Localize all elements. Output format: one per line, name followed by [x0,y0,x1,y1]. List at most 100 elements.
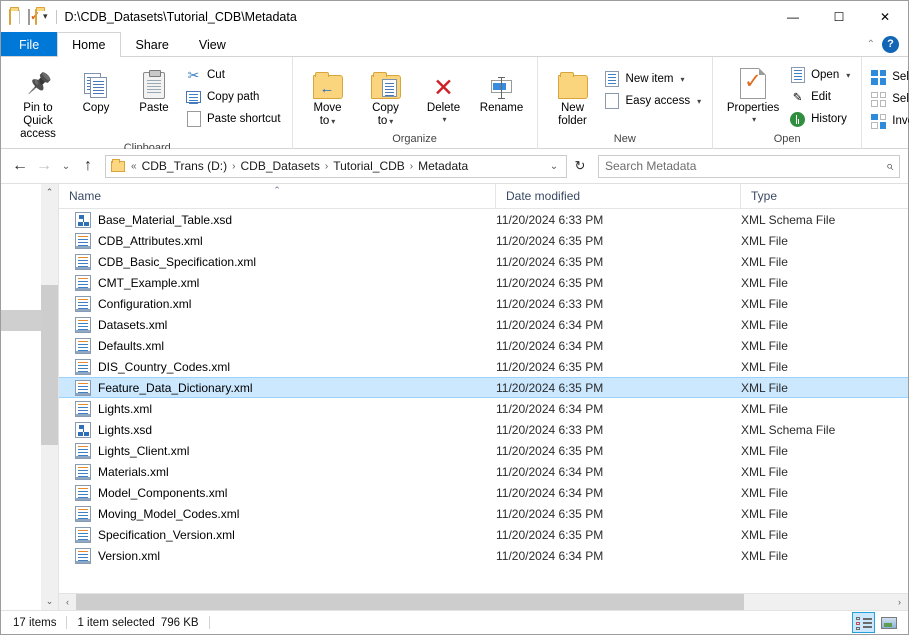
up-button[interactable]: ↑ [77,155,99,177]
cut-button[interactable]: ✂ Cut [184,65,285,85]
file-name: Lights_Client.xml [98,443,190,458]
easy-access-button[interactable]: Easy access ▾ [603,91,706,111]
properties-icon[interactable] [28,8,30,25]
collapse-ribbon-icon[interactable]: ⌃ [867,39,875,50]
scroll-down-icon[interactable]: ⌄ [41,593,58,610]
move-to-button[interactable]: ← Move to ▾ [300,61,356,128]
customize-caret-icon[interactable]: ▾ [43,11,48,22]
scroll-left-icon[interactable]: ‹ [59,594,76,610]
paste-button[interactable]: Paste [126,61,182,115]
breadcrumb-overflow-icon[interactable]: « [129,161,139,172]
history-button[interactable]: History [788,109,854,129]
delete-caret-icon[interactable]: ▾ [443,115,447,124]
delete-button[interactable]: ✕ Delete ▾ [416,61,472,124]
file-date: 11/20/2024 6:35 PM [496,359,604,374]
file-date: 11/20/2024 6:35 PM [496,380,604,395]
table-row[interactable]: Datasets.xml 11/20/2024 6:34 PM XML File [59,314,908,335]
scrollbar-thumb[interactable] [76,594,745,610]
table-row[interactable]: Version.xml 11/20/2024 6:34 PM XML File [59,545,908,566]
select-all-button[interactable]: Select all [869,67,909,87]
breadcrumb-item-tutorial-cdb[interactable]: Tutorial_CDB [330,157,408,176]
file-type: XML File [741,317,788,332]
navigation-vertical-scrollbar[interactable]: ⌃ ⌄ [41,184,58,610]
paste-shortcut-button[interactable]: Paste shortcut [184,109,285,129]
breadcrumb-separator[interactable]: › [323,161,330,172]
table-row[interactable]: Lights.xsd 11/20/2024 6:33 PM XML Schema… [59,419,908,440]
scrollbar-track[interactable] [76,594,891,610]
minimize-button[interactable]: — [770,1,816,32]
new-folder-button[interactable]: New folder [545,61,601,128]
column-header-type[interactable]: Type [741,184,908,208]
open-caret-icon[interactable]: ▾ [846,71,850,80]
address-dropdown-icon[interactable]: ⌄ [545,155,563,177]
search-icon[interactable]: ⌕ [886,158,893,174]
xml-file-icon [75,526,91,543]
table-row[interactable]: Model_Components.xml 11/20/2024 6:34 PM … [59,482,908,503]
column-header-name[interactable]: ⌃ Name [59,184,496,208]
tab-file[interactable]: File [1,32,58,56]
xml-file-icon [75,442,91,459]
breadcrumb-item-metadata[interactable]: Metadata [415,157,471,176]
breadcrumb[interactable]: « CDB_Trans (D:) › CDB_Datasets › Tutori… [105,154,567,178]
copy-button[interactable]: Copy [68,61,124,115]
close-button[interactable]: ✕ [862,1,908,32]
help-icon[interactable]: ? [882,35,899,53]
scroll-up-icon[interactable]: ⌃ [41,184,58,201]
table-row[interactable]: Lights_Client.xml 11/20/2024 6:35 PM XML… [59,440,908,461]
file-rows[interactable]: Base_Material_Table.xsd 11/20/2024 6:33 … [59,209,908,593]
edit-button[interactable]: ✎ Edit [788,87,854,107]
file-list-horizontal-scrollbar[interactable]: ‹ › [59,593,908,610]
new-item-caret-icon[interactable]: ▾ [680,75,684,84]
breadcrumb-separator[interactable]: › [408,161,415,172]
back-button[interactable]: ← [9,155,31,177]
table-row[interactable]: Materials.xml 11/20/2024 6:34 PM XML Fil… [59,461,908,482]
search-input[interactable]: Search Metadata ⌕ [598,154,900,178]
table-row[interactable]: DIS_Country_Codes.xml 11/20/2024 6:35 PM… [59,356,908,377]
breadcrumb-item-drive[interactable]: CDB_Trans (D:) [139,157,231,176]
move-to-caret-icon[interactable]: ▾ [331,117,335,126]
forward-button[interactable]: → [33,155,55,177]
scrollbar-track[interactable] [41,201,58,593]
table-row[interactable]: CDB_Attributes.xml 11/20/2024 6:35 PM XM… [59,230,908,251]
table-row-selected[interactable]: Feature_Data_Dictionary.xml 11/20/2024 6… [59,377,908,398]
copy-to-caret-icon[interactable]: ▾ [389,117,393,126]
tab-share[interactable]: Share [121,32,184,56]
rename-button[interactable]: Rename [474,61,530,115]
table-row[interactable]: Specification_Version.xml 11/20/2024 6:3… [59,524,908,545]
invert-selection-button[interactable]: Invert selection [869,111,909,131]
table-row[interactable]: CMT_Example.xml 11/20/2024 6:35 PM XML F… [59,272,908,293]
tab-view[interactable]: View [184,32,241,56]
column-header-date-modified[interactable]: Date modified [496,184,741,208]
copy-path-button[interactable]: Copy path [184,87,285,107]
table-row[interactable]: CDB_Basic_Specification.xml 11/20/2024 6… [59,251,908,272]
refresh-button[interactable]: ↻ [569,155,591,177]
table-row[interactable]: Lights.xml 11/20/2024 6:34 PM XML File [59,398,908,419]
select-none-button[interactable]: Select none [869,89,909,109]
tab-home[interactable]: Home [57,32,121,57]
properties-button[interactable]: Properties ▾ [720,61,786,124]
new-folder-icon[interactable] [35,8,37,25]
file-name-cell: CDB_Attributes.xml [59,232,496,249]
scroll-right-icon[interactable]: › [891,594,908,610]
properties-caret-icon[interactable]: ▾ [752,115,756,124]
folder-icon[interactable] [9,8,11,25]
easy-access-caret-icon[interactable]: ▾ [697,97,701,106]
new-folder-label-line1: New [561,102,585,114]
details-view-button[interactable] [852,612,875,633]
breadcrumb-item-cdb-datasets[interactable]: CDB_Datasets [237,157,322,176]
maximize-button[interactable]: ☐ [816,1,862,32]
recent-locations-button[interactable]: ⌄ [57,155,75,177]
table-row[interactable]: Configuration.xml 11/20/2024 6:33 PM XML… [59,293,908,314]
large-icons-view-button[interactable] [877,612,900,633]
navigation-pane[interactable]: Quick access ⬇ Downloads OneDrive Pictur… [1,184,59,610]
breadcrumb-separator[interactable]: › [230,161,237,172]
table-row[interactable]: Moving_Model_Codes.xml 11/20/2024 6:35 P… [59,503,908,524]
paste-label: Paste [139,102,169,114]
open-button[interactable]: Open ▾ [788,65,854,85]
new-item-button[interactable]: New item ▾ [603,69,706,89]
table-row[interactable]: Defaults.xml 11/20/2024 6:34 PM XML File [59,335,908,356]
pin-to-quick-access-button[interactable]: Pin to Quick access [10,61,66,142]
copy-to-button[interactable]: Copy to ▾ [358,61,414,128]
table-row[interactable]: Base_Material_Table.xsd 11/20/2024 6:33 … [59,209,908,230]
scrollbar-thumb[interactable] [41,285,58,445]
